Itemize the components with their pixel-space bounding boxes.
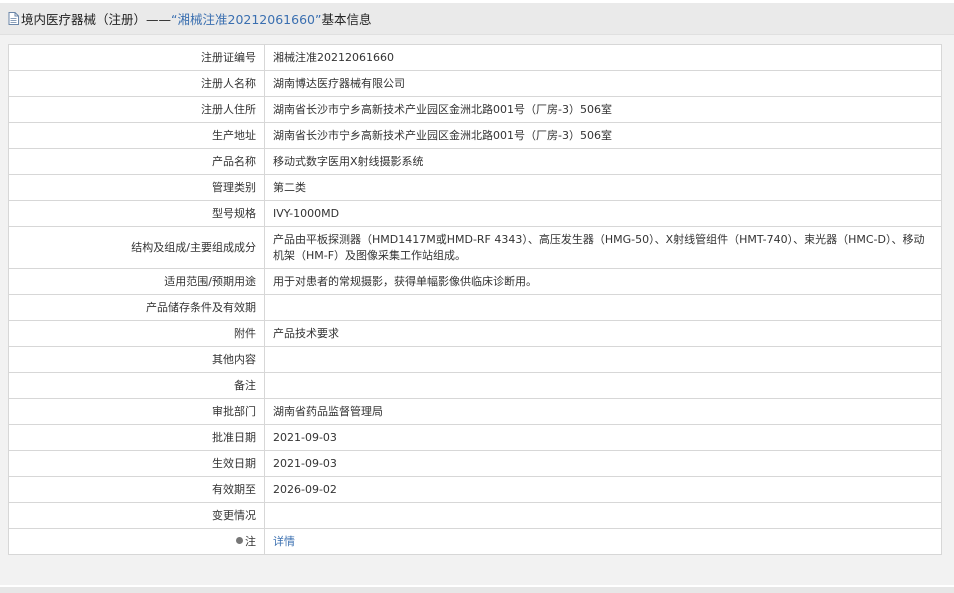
- row-value: 湖南省长沙市宁乡高新技术产业园区金洲北路001号（厂房-3）506室: [264, 96, 942, 123]
- table-row: 备注: [8, 372, 942, 399]
- row-value: 湘械注准20212061660: [264, 44, 942, 71]
- table-row: 附件 产品技术要求: [8, 320, 942, 347]
- row-label: 变更情况: [8, 502, 265, 529]
- details-link[interactable]: 详情: [273, 535, 295, 548]
- row-label: 结构及组成/主要组成成分: [8, 226, 265, 269]
- table-row: 结构及组成/主要组成成分 产品由平板探测器（HMD1417M或HMD-RF 434…: [8, 226, 942, 269]
- header-prefix: 境内医疗器械（注册）——: [21, 12, 172, 27]
- table-row: 生产地址 湖南省长沙市宁乡高新技术产业园区金洲北路001号（厂房-3）506室: [8, 122, 942, 149]
- row-value: 移动式数字医用X射线摄影系统: [264, 148, 942, 175]
- row-value: [264, 502, 942, 529]
- row-label: 适用范围/预期用途: [8, 268, 265, 295]
- row-label: 审批部门: [8, 398, 265, 425]
- row-label: 生产地址: [8, 122, 265, 149]
- row-value: 2021-09-03: [264, 424, 942, 451]
- row-value: 第二类: [264, 174, 942, 201]
- table-row: 注册证编号 湘械注准20212061660: [8, 44, 942, 71]
- row-label: 产品储存条件及有效期: [8, 294, 265, 321]
- row-label: 注册人住所: [8, 96, 265, 123]
- row-label: 备注: [8, 372, 265, 399]
- row-label: 批准日期: [8, 424, 265, 451]
- row-value: 产品技术要求: [264, 320, 942, 347]
- row-label: 附件: [8, 320, 265, 347]
- info-table: 注册证编号 湘械注准20212061660 注册人名称 湖南博达医疗器械有限公司 注册人…: [8, 44, 942, 555]
- row-value: [264, 294, 942, 321]
- row-label: 有效期至: [8, 476, 265, 503]
- row-label: 注: [8, 528, 265, 555]
- row-label: 管理类别: [8, 174, 265, 201]
- table-row: 批准日期 2021-09-03: [8, 424, 942, 451]
- table-row: 审批部门 湖南省药品监督管理局: [8, 398, 942, 425]
- row-value: 产品由平板探测器（HMD1417M或HMD-RF 4343）、高压发生器（HMG…: [264, 226, 942, 269]
- table-row: 管理类别 第二类: [8, 174, 942, 201]
- row-value: [264, 372, 942, 399]
- row-value: 湖南博达医疗器械有限公司: [264, 70, 942, 97]
- table-row: 型号规格 IVY-1000MD: [8, 200, 942, 227]
- detail-panel: 注册证编号 湘械注准20212061660 注册人名称 湖南博达医疗器械有限公司 注册人…: [0, 35, 954, 585]
- table-row: 变更情况: [8, 502, 942, 529]
- table-row: 生效日期 2021-09-03: [8, 450, 942, 477]
- note-label: 注: [245, 534, 256, 548]
- row-label: 生效日期: [8, 450, 265, 477]
- bottom-strip: [0, 587, 954, 593]
- row-label: 注册人名称: [8, 70, 265, 97]
- header-suffix: 基本信息: [321, 12, 372, 27]
- row-value: 湖南省药品监督管理局: [264, 398, 942, 425]
- row-value: 2026-09-02: [264, 476, 942, 503]
- pin-icon: [236, 536, 243, 544]
- row-value: IVY-1000MD: [264, 200, 942, 227]
- row-value: 详情: [264, 528, 942, 555]
- table-row-note: 注 详情: [8, 528, 942, 555]
- row-value: 湖南省长沙市宁乡高新技术产业园区金洲北路001号（厂房-3）506室: [264, 122, 942, 149]
- row-label: 产品名称: [8, 148, 265, 175]
- row-value: 用于对患者的常规摄影，获得单幅影像供临床诊断用。: [264, 268, 942, 295]
- table-row: 注册人住所 湖南省长沙市宁乡高新技术产业园区金洲北路001号（厂房-3）506室: [8, 96, 942, 123]
- row-label: 其他内容: [8, 346, 265, 373]
- document-icon: [8, 12, 19, 25]
- table-row: 注册人名称 湖南博达医疗器械有限公司: [8, 70, 942, 97]
- row-label: 型号规格: [8, 200, 265, 227]
- header-registration-number: “湘械注准20212061660”: [171, 12, 322, 27]
- table-row: 产品储存条件及有效期: [8, 294, 942, 321]
- row-value: 2021-09-03: [264, 450, 942, 477]
- table-row: 有效期至 2026-09-02: [8, 476, 942, 503]
- row-label: 注册证编号: [8, 44, 265, 71]
- table-row: 产品名称 移动式数字医用X射线摄影系统: [8, 148, 942, 175]
- row-value: [264, 346, 942, 373]
- table-row: 其他内容: [8, 346, 942, 373]
- table-row: 适用范围/预期用途 用于对患者的常规摄影，获得单幅影像供临床诊断用。: [8, 268, 942, 295]
- page-header: 境内医疗器械（注册）—— “湘械注准20212061660” 基本信息: [0, 3, 954, 35]
